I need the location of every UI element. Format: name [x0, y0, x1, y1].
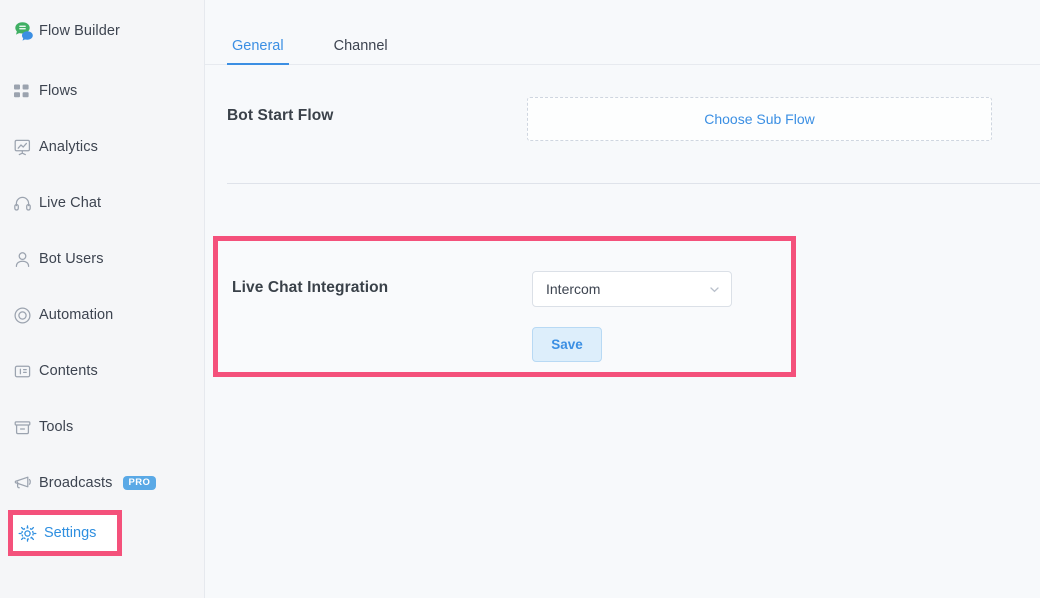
- sidebar-item-label: Bot Users: [39, 251, 104, 267]
- live-chat-integration-title: Live Chat Integration: [232, 279, 389, 296]
- megaphone-icon: [13, 474, 39, 493]
- live-chat-provider-select[interactable]: Intercom: [532, 271, 732, 307]
- sidebar-item-settings[interactable]: Settings: [8, 510, 122, 556]
- presentation-chart-icon: [13, 138, 39, 157]
- chevron-down-icon: [708, 283, 721, 296]
- sidebar-item-label: Analytics: [39, 139, 98, 155]
- sidebar-item-analytics[interactable]: Analytics: [0, 132, 204, 162]
- choose-sub-flow-button[interactable]: Choose Sub Flow: [527, 97, 992, 141]
- user-icon: [13, 250, 39, 269]
- save-button[interactable]: Save: [532, 327, 602, 362]
- tab-general[interactable]: General: [227, 38, 289, 65]
- app-window: Flow Builder Flows Analytics Live Chat B…: [0, 0, 1040, 598]
- sidebar-item-tools[interactable]: Tools: [0, 412, 204, 442]
- archive-box-icon: [13, 418, 39, 437]
- tab-bar: General Channel: [205, 0, 1040, 65]
- sidebar-item-label: Flows: [39, 83, 78, 99]
- sidebar-item-broadcasts[interactable]: Broadcasts PRO: [0, 468, 204, 498]
- chat-bubbles-logo-icon: [13, 21, 39, 41]
- tab-channel[interactable]: Channel: [329, 38, 393, 64]
- pro-badge: PRO: [122, 475, 157, 491]
- sidebar-item-label: Settings: [44, 525, 97, 541]
- sidebar-item-label: Broadcasts: [39, 475, 113, 491]
- headset-icon: [13, 194, 39, 213]
- sidebar-item-flows[interactable]: Flows: [0, 76, 204, 106]
- sidebar-item-automation[interactable]: Automation: [0, 300, 204, 330]
- bot-start-flow-section: Bot Start Flow Choose Sub Flow: [205, 65, 1040, 141]
- main-content: General Channel Bot Start Flow Choose Su…: [205, 0, 1040, 598]
- sidebar-item-label: Live Chat: [39, 195, 102, 211]
- bot-start-flow-title: Bot Start Flow: [227, 107, 334, 124]
- save-button-label: Save: [551, 337, 583, 352]
- sidebar-item-contents[interactable]: Contents: [0, 356, 204, 386]
- sidebar-item-label: Contents: [39, 363, 98, 379]
- sidebar-item-label: Tools: [39, 419, 74, 435]
- section-divider: [227, 183, 1040, 184]
- sidebar-item-bot-users[interactable]: Bot Users: [0, 244, 204, 274]
- sidebar-item-live-chat[interactable]: Live Chat: [0, 188, 204, 218]
- gear-icon: [18, 524, 44, 543]
- live-chat-integration-section: Live Chat Integration Intercom Save: [213, 236, 796, 377]
- lifebuoy-icon: [13, 306, 39, 325]
- sidebar: Flow Builder Flows Analytics Live Chat B…: [0, 0, 205, 598]
- sidebar-brand[interactable]: Flow Builder: [0, 16, 204, 46]
- grid-squares-icon: [13, 83, 39, 100]
- content-layout-icon: [13, 362, 39, 381]
- sidebar-item-label: Automation: [39, 307, 114, 323]
- choose-sub-flow-label: Choose Sub Flow: [704, 111, 815, 127]
- sidebar-brand-label: Flow Builder: [39, 23, 120, 39]
- live-chat-provider-value: Intercom: [546, 281, 601, 297]
